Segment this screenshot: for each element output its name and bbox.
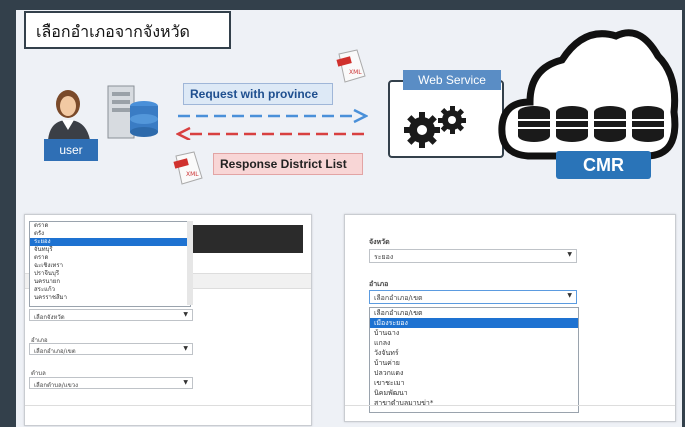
list-item[interactable]: ปราจีนบุรี [30,270,190,278]
user-label: user [44,139,98,161]
district-select[interactable]: เลือกอำเภอ/เขต ▼ [369,290,577,304]
request-label: Request with province [183,83,333,105]
chevron-down-icon: ▼ [567,292,572,299]
list-item[interactable]: บ้านค่าย [370,358,578,368]
chevron-down-icon: ▼ [567,251,572,258]
xml-document-icon: XML [336,49,366,83]
subdistrict-select-value: เลือกตำบล/แขวง [34,382,79,389]
cloud-database-icon [498,29,679,160]
list-item[interactable]: นิคมพัฒนา [370,388,578,398]
list-item[interactable]: ปลวกแดง [370,368,578,378]
list-item[interactable]: เลือกอำเภอ/เขต [370,308,578,318]
slide-title: เลือกอำเภอจากจังหวัด [24,11,231,49]
province-select[interactable]: ระยอง ▼ [369,249,577,263]
province-label: จังหวัด [369,238,390,246]
divider [345,405,675,406]
list-item[interactable]: ตราด [30,222,190,230]
server-icon [107,85,158,139]
chevron-down-icon: ▼ [183,345,188,352]
divider [25,405,311,406]
left-border [0,0,16,427]
top-border [0,0,685,10]
district-dropdown-list[interactable]: เลือกอำเภอ/เขต เมืองระยอง บ้านฉาง แกลง ว… [369,307,579,413]
list-item[interactable]: นครราชสีมา [30,294,190,302]
list-item[interactable]: ตรัง [30,230,190,238]
list-item[interactable]: ฉะเชิงเทรา [30,262,190,270]
subdistrict-select[interactable]: เลือกตำบล/แขวง ▼ [29,377,193,389]
chevron-down-icon: ▼ [183,311,188,318]
district-select-value: เลือกอำเภอ/เขต [34,348,76,355]
list-item[interactable]: จันทบุรี [30,246,190,254]
left-form-panel: ตราด ตรัง ระยอง จันทบุรี ตราด ฉะเชิงเทรา… [24,214,312,426]
list-item[interactable]: แกลง [370,338,578,348]
province-select-value: ระยอง [374,253,394,261]
district-label: อำเภอ [369,280,389,288]
list-item[interactable]: บ้านฉาง [370,328,578,338]
list-scrollbar[interactable] [187,221,193,305]
web-service-label: Web Service [403,70,501,90]
list-item-selected[interactable]: เมืองระยอง [370,318,578,328]
list-item[interactable]: ตราด [30,254,190,262]
list-item[interactable]: สระแก้ว [30,286,190,294]
province-dropdown-list[interactable]: ตราด ตรัง ระยอง จันทบุรี ตราด ฉะเชิงเทรา… [29,221,191,307]
list-item[interactable]: วังจันทร์ [370,348,578,358]
district-select[interactable]: เลือกอำเภอ/เขต ▼ [29,343,193,355]
cmr-label: CMR [556,151,651,179]
list-item[interactable]: สาขาตำบลมาบข่า* [370,398,578,408]
gears-icon [404,106,466,148]
list-item-selected[interactable]: ระยอง [30,238,190,246]
province-select-value: เลือกจังหวัด [34,314,65,321]
list-item[interactable]: นครนายก [30,278,190,286]
dark-header-block [185,225,303,253]
request-arrow [176,108,368,140]
province-select[interactable]: เลือกจังหวัด ▼ [29,309,193,321]
right-form-panel: จังหวัด ระยอง ▼ อำเภอ เลือกอำเภอ/เขต ▼ เลื… [344,214,676,422]
chevron-down-icon: ▼ [183,379,188,386]
xml-label: XML [349,69,362,76]
user-icon [48,90,90,140]
xml-document-icon-2: XML [173,151,203,185]
district-select-value: เลือกอำเภอ/เขต [374,294,423,302]
xml-label-2: XML [186,171,199,178]
response-label: Response District List [213,153,363,175]
list-item[interactable]: เขาชะเมา [370,378,578,388]
